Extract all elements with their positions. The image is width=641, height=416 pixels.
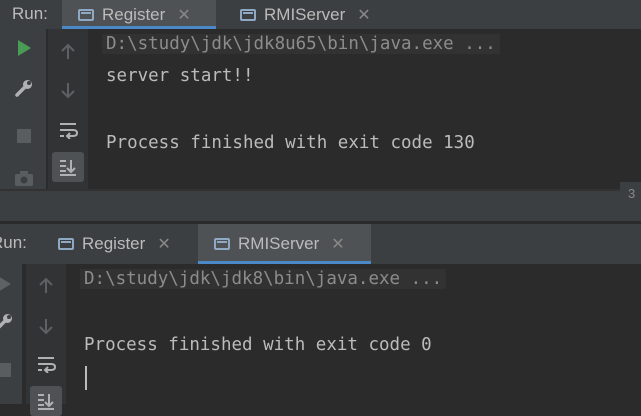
rerun-icon[interactable] <box>12 36 36 60</box>
up-arrow-icon[interactable] <box>34 274 58 298</box>
close-icon[interactable]: ✕ <box>357 5 370 25</box>
bottom-tab-register[interactable]: Register ✕ <box>58 224 196 264</box>
bottom-command-line: D:\study\jdk\jdk8\bin\java.exe ... <box>80 269 447 289</box>
console-icon <box>214 238 230 250</box>
soft-wrap-icon[interactable] <box>56 118 80 142</box>
tab-label: Register <box>82 234 146 253</box>
down-arrow-icon[interactable] <box>34 314 58 338</box>
console-icon <box>58 238 74 250</box>
top-command-line: D:\study\jdk\jdk8u65\bin\java.exe ... <box>102 34 500 54</box>
tab-label: Register <box>102 4 166 24</box>
down-arrow-icon[interactable] <box>56 78 80 102</box>
text-cursor <box>85 366 87 390</box>
divider-number: 3 <box>628 186 636 201</box>
rerun-icon[interactable] <box>0 272 16 296</box>
stop-icon[interactable] <box>12 124 36 148</box>
console-icon <box>240 8 256 21</box>
scroll-to-end-icon[interactable] <box>30 386 62 416</box>
soft-wrap-icon[interactable] <box>34 352 58 376</box>
active-tab-underline <box>198 261 371 264</box>
top-console-line: server start!! <box>106 66 254 86</box>
close-icon[interactable]: ✕ <box>177 5 190 25</box>
panel-divider[interactable] <box>0 191 641 221</box>
top-console-exit-line: Process finished with exit code 130 <box>106 133 475 153</box>
tab-label: RMIServer <box>264 4 346 24</box>
scroll-to-end-icon[interactable] <box>52 152 84 182</box>
bottom-console-exit-line: Process finished with exit code 0 <box>84 335 432 355</box>
top-run-tabbar: Run: Register ✕ RMIServer ✕ <box>0 0 641 29</box>
bottom-run-tabbar: Run: Register ✕ RMIServer ✕ <box>0 224 641 264</box>
bottom-tab-rmiserver[interactable]: RMIServer ✕ <box>198 224 371 264</box>
camera-icon[interactable] <box>12 166 36 190</box>
close-icon[interactable]: ✕ <box>157 234 170 254</box>
top-run-label: Run: <box>12 4 48 23</box>
close-icon[interactable]: ✕ <box>331 234 344 254</box>
wrench-icon[interactable] <box>12 76 36 100</box>
stop-icon[interactable] <box>0 358 16 382</box>
tab-label: RMIServer <box>238 234 320 253</box>
wrench-icon[interactable] <box>0 310 16 334</box>
console-icon <box>78 8 94 21</box>
top-tab-register[interactable]: Register ✕ <box>62 0 216 29</box>
up-arrow-icon[interactable] <box>56 40 80 64</box>
top-tab-rmiserver[interactable]: RMIServer ✕ <box>240 0 390 29</box>
bottom-run-label: Run: <box>0 233 27 252</box>
